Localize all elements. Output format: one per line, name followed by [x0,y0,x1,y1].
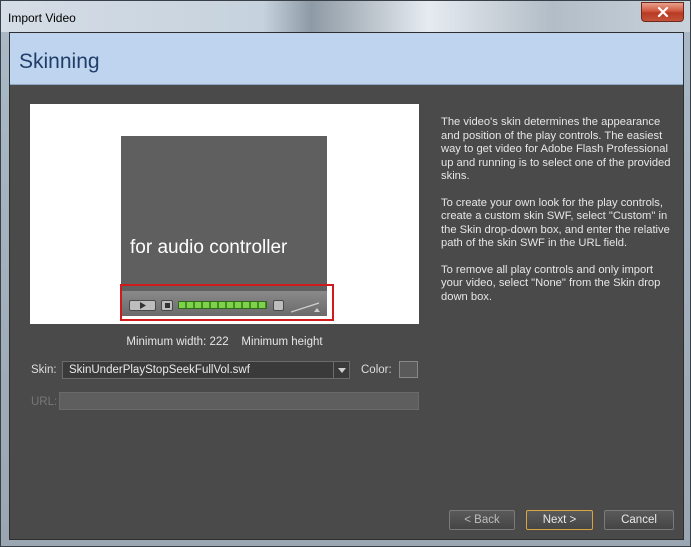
url-label: URL: [31,396,58,408]
skin-dropdown[interactable]: SkinUnderPlayStopSeekFullVol.swf [62,361,350,379]
cancel-button[interactable]: Cancel [604,510,674,530]
url-field[interactable] [59,392,419,410]
import-video-window: Import Video Skinning for audio controll… [0,0,691,547]
next-button[interactable]: Next > [526,510,593,530]
window-title: Import Video [8,11,76,25]
color-picker-swatch[interactable] [399,361,418,378]
description-paragraph-1: The video's skin determines the appearan… [441,116,671,182]
dropdown-arrow[interactable] [333,362,349,378]
close-button[interactable] [641,2,684,22]
minimum-size-text: Minimum width: 222 Minimum height [30,336,419,348]
page-title: Skinning [19,50,100,73]
description-paragraph-2: To create your own look for the play con… [441,196,670,250]
minimum-size-label: Minimum width: 222 Minimum height [126,336,323,348]
player-caption: for audio controller [130,237,288,258]
controller-highlight-box [120,284,334,321]
chevron-down-icon [337,367,346,373]
close-icon [657,7,668,17]
color-label: Color: [361,364,392,376]
description-paragraph-3: To remove all play controls and only imp… [441,263,661,303]
dialog-body: Skinning for audio controller Minimum wi… [9,32,684,540]
page-header: Skinning [10,33,683,85]
back-button[interactable]: < Back [449,510,515,530]
title-bar[interactable]: Import Video [1,1,690,32]
skin-preview: for audio controller [30,104,419,324]
skin-label: Skin: [31,364,57,376]
skin-dropdown-value: SkinUnderPlayStopSeekFullVol.swf [69,364,250,376]
description-panel: The video's skin determines the appearan… [441,116,676,317]
